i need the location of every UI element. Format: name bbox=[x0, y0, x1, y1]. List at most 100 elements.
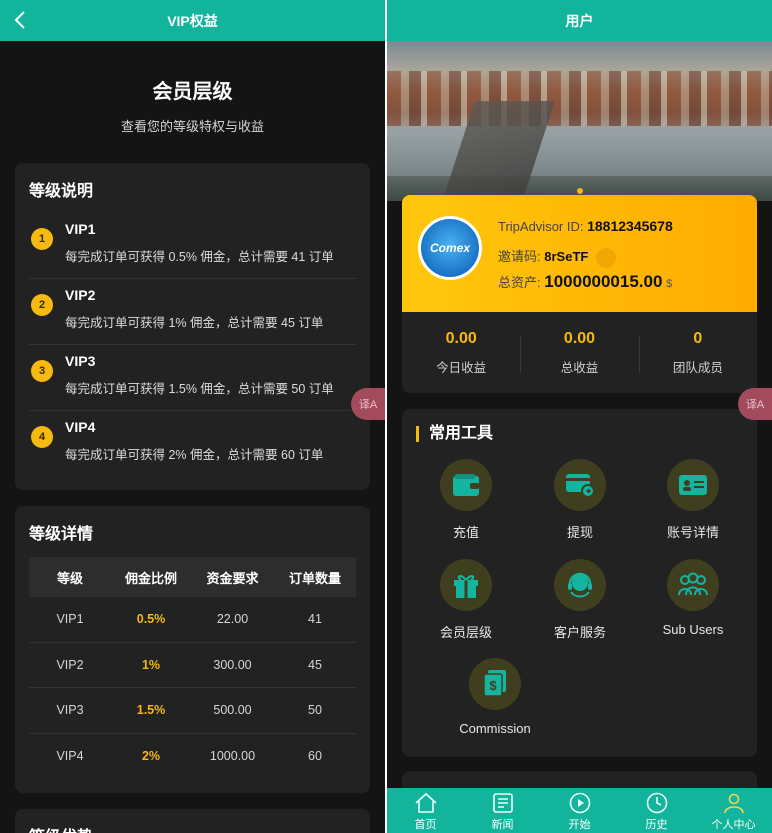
user-id-line: TripAdvisor ID: 18812345678 bbox=[498, 218, 673, 234]
stat-total-earnings: 0.00 总收益 bbox=[520, 330, 638, 376]
withdraw-card-icon bbox=[554, 459, 606, 511]
copy-icon[interactable] bbox=[596, 247, 617, 268]
level-name: VIP1 bbox=[65, 221, 96, 237]
level-item: 4 VIP4 每完成订单可获得 2% 佣金，总计需要 60 订单 bbox=[29, 411, 356, 477]
translate-icon: 译A bbox=[358, 399, 378, 411]
play-icon bbox=[569, 792, 590, 814]
table-cell: 1% bbox=[141, 657, 161, 672]
user-id-value: 18812345678 bbox=[587, 218, 673, 234]
column-header: 等级 bbox=[56, 570, 83, 586]
top-bar: 用户 bbox=[387, 0, 772, 41]
translate-icon: 译A bbox=[745, 399, 765, 411]
table-cell: VIP3 bbox=[56, 703, 84, 718]
user-info-card: Comex TripAdvisor ID: 18812345678 邀请码: 8… bbox=[402, 195, 757, 393]
level-item: 1 VIP1 每完成订单可获得 0.5% 佣金，总计需要 41 订单 bbox=[29, 213, 356, 279]
bottom-tab-bar: 首页 新闻 开始 历史 个人中心 bbox=[387, 788, 772, 833]
news-icon bbox=[492, 793, 513, 813]
table-cell: 45 bbox=[308, 657, 322, 672]
commission-icon: $ bbox=[469, 658, 521, 710]
hero-title: 会员层级 bbox=[152, 81, 233, 103]
column-header: 订单数量 bbox=[288, 570, 341, 586]
table-row: VIP4 2% 1000.00 60 bbox=[29, 734, 356, 780]
vip-benefits-screen: VIP权益 会员层级 查看您的等级特权与收益 等级说明 1 VIP1 每完成订单… bbox=[0, 0, 385, 833]
card-title: 等级优势 bbox=[15, 809, 370, 833]
tool-recharge[interactable]: 充值 bbox=[411, 459, 521, 541]
table-cell: 500.00 bbox=[213, 703, 252, 718]
level-item: 3 VIP3 每完成订单可获得 1.5% 佣金，总计需要 50 订单 bbox=[29, 345, 356, 411]
avatar: Comex bbox=[418, 216, 482, 280]
translate-button[interactable]: 译A bbox=[351, 388, 385, 420]
tab-history[interactable]: 历史 bbox=[618, 788, 695, 833]
city-banner-image[interactable] bbox=[387, 41, 772, 201]
tab-profile[interactable]: 个人中心 bbox=[695, 788, 772, 833]
page-title: 用户 bbox=[565, 12, 594, 29]
level-details-table: 等级 佣金比例 资金要求 订单数量 VIP1 0.5% 22.00 41 VIP… bbox=[29, 557, 356, 779]
table-cell: 60 bbox=[308, 749, 322, 764]
level-description: 每完成订单可获得 2% 佣金，总计需要 60 订单 bbox=[65, 448, 324, 462]
wallet-icon bbox=[440, 459, 492, 511]
stat-today-earnings: 0.00 今日收益 bbox=[436, 329, 487, 375]
level-number-badge: 1 bbox=[31, 228, 53, 250]
stat-team-members: 0 团队成员 bbox=[638, 330, 757, 376]
carousel-indicator bbox=[577, 188, 583, 194]
level-name: VIP4 bbox=[65, 419, 96, 435]
level-number-badge: 4 bbox=[31, 426, 53, 448]
total-assets-value: 1000000015.00 bbox=[544, 272, 663, 291]
table-cell: 2% bbox=[141, 749, 161, 764]
tab-home[interactable]: 首页 bbox=[387, 788, 464, 833]
headset-icon bbox=[554, 559, 606, 611]
home-icon bbox=[414, 792, 437, 813]
table-cell: VIP4 bbox=[56, 749, 84, 764]
user-icon bbox=[723, 793, 744, 814]
invite-code-line: 邀请码: 8rSeTF bbox=[498, 246, 617, 268]
user-screen: 用户 Comex TripAdvisor ID: 18812345678 邀请码… bbox=[387, 0, 772, 833]
column-header: 佣金比例 bbox=[124, 570, 177, 586]
table-cell: 1.5% bbox=[136, 703, 166, 718]
table-cell: VIP2 bbox=[56, 657, 84, 672]
page-title: VIP权益 bbox=[167, 12, 218, 29]
tab-news[interactable]: 新闻 bbox=[464, 788, 541, 833]
table-row: VIP2 1% 300.00 45 bbox=[29, 643, 356, 688]
level-name: VIP3 bbox=[65, 353, 96, 369]
top-bar: VIP权益 bbox=[0, 0, 385, 41]
level-number-badge: 3 bbox=[31, 360, 53, 382]
table-cell: 22.00 bbox=[216, 612, 249, 627]
svg-text:$: $ bbox=[489, 678, 497, 693]
level-description: 每完成订单可获得 1.5% 佣金，总计需要 50 订单 bbox=[65, 382, 334, 396]
table-cell: 1000.00 bbox=[209, 749, 256, 764]
table-row: VIP1 0.5% 22.00 41 bbox=[29, 597, 356, 643]
table-cell: 50 bbox=[308, 703, 322, 718]
level-description: 每完成订单可获得 1% 佣金，总计需要 45 订单 bbox=[65, 316, 324, 330]
tool-commission[interactable]: $ Commission bbox=[440, 658, 550, 736]
level-description: 每完成订单可获得 0.5% 佣金，总计需要 41 订单 bbox=[65, 250, 334, 264]
total-assets-line: 总资产: 1000000015.00 $ bbox=[498, 272, 673, 291]
gift-icon bbox=[440, 559, 492, 611]
hero-subtitle: 查看您的等级特权与收益 bbox=[120, 119, 264, 134]
translate-button[interactable]: 译A bbox=[738, 388, 772, 420]
table-cell: 0.5% bbox=[136, 612, 166, 627]
level-description-card: 等级说明 1 VIP1 每完成订单可获得 0.5% 佣金，总计需要 41 订单 … bbox=[15, 163, 370, 490]
table-header: 等级 佣金比例 资金要求 订单数量 bbox=[29, 557, 356, 597]
level-item: 2 VIP2 每完成订单可获得 1% 佣金，总计需要 45 订单 bbox=[29, 279, 356, 345]
level-advantages-card: 等级优势 bbox=[15, 809, 370, 833]
card-title: 等级详情 bbox=[29, 526, 94, 543]
tool-withdraw[interactable]: 提现 bbox=[525, 459, 635, 541]
tab-start[interactable]: 开始 bbox=[541, 788, 618, 833]
tool-account-details[interactable]: 账号详情 bbox=[638, 459, 748, 541]
tool-member-levels[interactable]: 会员层级 bbox=[411, 559, 521, 641]
tool-sub-users[interactable]: Sub Users bbox=[638, 559, 748, 637]
currency-unit: $ bbox=[666, 278, 673, 290]
level-number-badge: 2 bbox=[31, 294, 53, 316]
table-cell: 300.00 bbox=[213, 657, 252, 672]
level-name: VIP2 bbox=[65, 287, 96, 303]
earnings-stats: 0.00 今日收益 0.00 总收益 0 团队成员 bbox=[402, 312, 757, 393]
back-arrow-icon[interactable] bbox=[10, 9, 30, 31]
tools-title: 常用工具 bbox=[416, 426, 493, 442]
history-icon bbox=[646, 792, 667, 814]
column-header: 资金要求 bbox=[206, 570, 259, 586]
users-icon bbox=[667, 559, 719, 611]
id-card-icon bbox=[667, 459, 719, 511]
tools-card: 常用工具 充值 提现 账号详情 会员层级 客户服务 Sub Users $ Co… bbox=[402, 409, 757, 757]
tool-customer-service[interactable]: 客户服务 bbox=[525, 559, 635, 641]
table-row: VIP3 1.5% 500.00 50 bbox=[29, 688, 356, 734]
